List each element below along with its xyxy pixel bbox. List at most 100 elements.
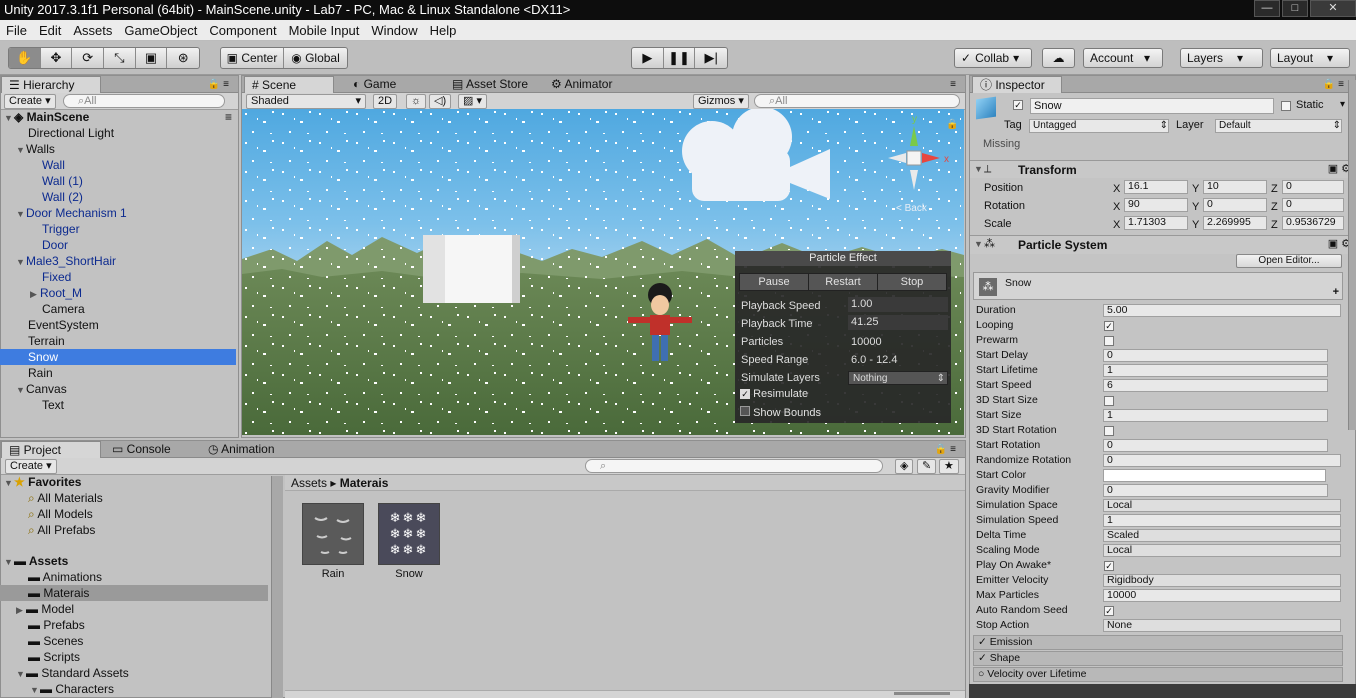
project-tree-scrollbar[interactable] [271,476,283,698]
favorites-header[interactable]: ▼★ Favorites [4,474,81,490]
layout-dropdown[interactable]: Layout ▾ [1270,48,1350,68]
start-speed-field[interactable]: 6 [1103,379,1328,392]
auto-random-seed-checkbox[interactable]: ✓ [1104,606,1114,616]
menu-gameobject[interactable]: GameObject [118,23,203,38]
folder-item[interactable]: ▶ ▬ Model [16,601,74,617]
particle-system-header[interactable]: ▼⁂ Particle System ▣ ⚙ [970,235,1355,254]
module-velocity-over-lifetime[interactable]: ○ Velocity over Lifetime [973,667,1343,682]
cloud-icon[interactable]: ☁ [1042,48,1075,68]
material-thumbnail-rain[interactable] [302,503,364,565]
scene-search-input[interactable]: ⌕All [754,94,960,108]
delta-time-dropdown[interactable]: Scaled [1103,529,1341,542]
position-y-field[interactable]: 10 [1203,180,1267,194]
hierarchy-item[interactable]: ▼Door Mechanism 1 [16,205,127,221]
project-create-button[interactable]: Create ▾ [5,459,57,474]
move-tool-icon[interactable]: ✥ [41,48,73,68]
thumbnail-size-slider[interactable] [894,692,950,695]
module-emission[interactable]: ✓ Emission [973,635,1343,650]
layers-dropdown[interactable]: Layers ▾ [1180,48,1263,68]
menu-file[interactable]: File [0,23,33,38]
scene-menu-icon[interactable]: ≡ [225,109,232,125]
hierarchy-item[interactable]: ▼Canvas [16,381,67,397]
tab-game[interactable]: ◐ Game [346,76,403,93]
playback-time-field[interactable]: 41.25 [848,315,948,330]
tab-project[interactable]: ▤ Project [1,441,101,458]
menu-component[interactable]: Component [203,23,282,38]
scale-x-field[interactable]: 1.71303 [1124,216,1188,230]
project-menu-icon[interactable]: 🔒 ≡ [928,441,963,458]
minimize-button[interactable]: — [1254,0,1280,17]
gameobject-name-field[interactable]: Snow [1030,98,1274,114]
transform-header[interactable]: ▼⟂ Transform ▣ ⚙ [970,160,1355,178]
start-delay-field[interactable]: 0 [1103,349,1328,362]
hand-tool-icon[interactable]: ✋ [9,48,41,68]
collab-dropdown[interactable]: ✓ Collab ▾ [954,48,1032,68]
scale-z-field[interactable]: 0.9536729 [1282,216,1344,230]
menu-edit[interactable]: Edit [33,23,67,38]
lighting-icon[interactable]: ☼ [406,94,427,109]
assets-header[interactable]: ▼▬ Assets [4,553,68,569]
maximize-button[interactable]: □ [1282,0,1308,17]
resimulate-toggle[interactable]: ✓ Resimulate [740,388,808,400]
tab-hierarchy[interactable]: ☰ Hierarchy [1,76,101,93]
tab-animator[interactable]: ⚙ Animator [544,76,619,93]
layer-dropdown[interactable]: Default ⇕ [1215,119,1342,133]
simulation-space-dropdown[interactable]: Local [1103,499,1341,512]
favorite-item[interactable]: ⌕ All Prefabs [28,522,95,538]
hierarchy-create-button[interactable]: Create ▾ [4,94,56,109]
add-module-icon[interactable]: + [1333,286,1339,298]
breadcrumb-assets[interactable]: Assets [291,476,327,490]
position-x-field[interactable]: 16.1 [1124,180,1188,194]
menu-window[interactable]: Window [365,23,423,38]
menu-mobile-input[interactable]: Mobile Input [283,23,366,38]
hierarchy-item[interactable]: Trigger [42,221,80,237]
hierarchy-item-selected[interactable]: Snow [0,349,236,365]
particle-pause-button[interactable]: Pause [740,274,809,290]
static-dropdown-icon[interactable]: ▾ [1340,99,1345,110]
hierarchy-item[interactable]: Door [42,237,68,253]
tab-asset-store[interactable]: ▤ Asset Store [445,76,535,93]
start-size-field[interactable]: 1 [1103,409,1328,422]
tab-animation[interactable]: ◷ Animation [201,441,282,458]
gizmos-dropdown[interactable]: Gizmos ▾ [693,94,749,109]
audio-icon[interactable]: ◁) [429,94,452,109]
pause-icon[interactable]: ❚❚ [664,48,696,68]
hierarchy-item[interactable]: ▼Walls [16,141,55,157]
scale-y-field[interactable]: 2.269995 [1203,216,1267,230]
panel-menu-icon[interactable]: 🔒 ≡ [201,76,236,93]
3d-start-size-checkbox[interactable] [1104,396,1114,406]
toggle-2d-button[interactable]: 2D [373,94,398,109]
material-thumbnail-snow[interactable]: ❄❄❄ ❄❄❄ ❄❄❄ [378,503,440,565]
scaling-mode-dropdown[interactable]: Local [1103,544,1341,557]
open-editor-button[interactable]: Open Editor... [1236,254,1342,268]
tab-scene[interactable]: # Scene [244,76,334,93]
looping-checkbox[interactable]: ✓ [1104,321,1114,331]
folder-item[interactable]: ▼▬ Characters [30,681,114,697]
favorite-item[interactable]: ⌕ All Materials [28,490,103,506]
start-lifetime-field[interactable]: 1 [1103,364,1328,377]
position-z-field[interactable]: 0 [1282,180,1344,194]
favorite-item[interactable]: ⌕ All Models [28,506,93,522]
start-rotation-field[interactable]: 0 [1103,439,1328,452]
randomize-rotation-field[interactable]: 0 [1103,454,1341,467]
hierarchy-search-input[interactable]: ⌕All [63,94,225,108]
hierarchy-item[interactable]: Fixed [42,269,71,285]
hierarchy-item[interactable]: Text [42,397,64,413]
pivot-global-button[interactable]: ◉ Global [284,48,347,68]
tab-inspector[interactable]: ⓘ Inspector [972,76,1062,93]
menu-assets[interactable]: Assets [67,23,118,38]
shading-mode-dropdown[interactable]: Shaded ▾ [246,94,366,109]
particle-restart-button[interactable]: Restart [809,274,878,290]
hierarchy-item[interactable]: ▶ Root_M [30,285,82,301]
particle-module-header[interactable]: ⁂ Snow + [973,272,1343,300]
particle-stop-button[interactable]: Stop [878,274,946,290]
module-shape[interactable]: ✓ Shape [973,651,1343,666]
simulate-layers-dropdown[interactable]: Nothing ⇕ [848,371,948,385]
static-checkbox[interactable] [1281,101,1291,111]
gizmo-back-label[interactable]: < Back [896,203,927,214]
start-color-swatch[interactable] [1103,469,1326,482]
filter-label-icon[interactable]: ✎ [917,459,937,474]
emitter-velocity-dropdown[interactable]: Rigidbody [1103,574,1341,587]
hierarchy-item[interactable]: Wall (1) [42,173,83,189]
effects-icon[interactable]: ▨ ▾ [458,94,487,109]
